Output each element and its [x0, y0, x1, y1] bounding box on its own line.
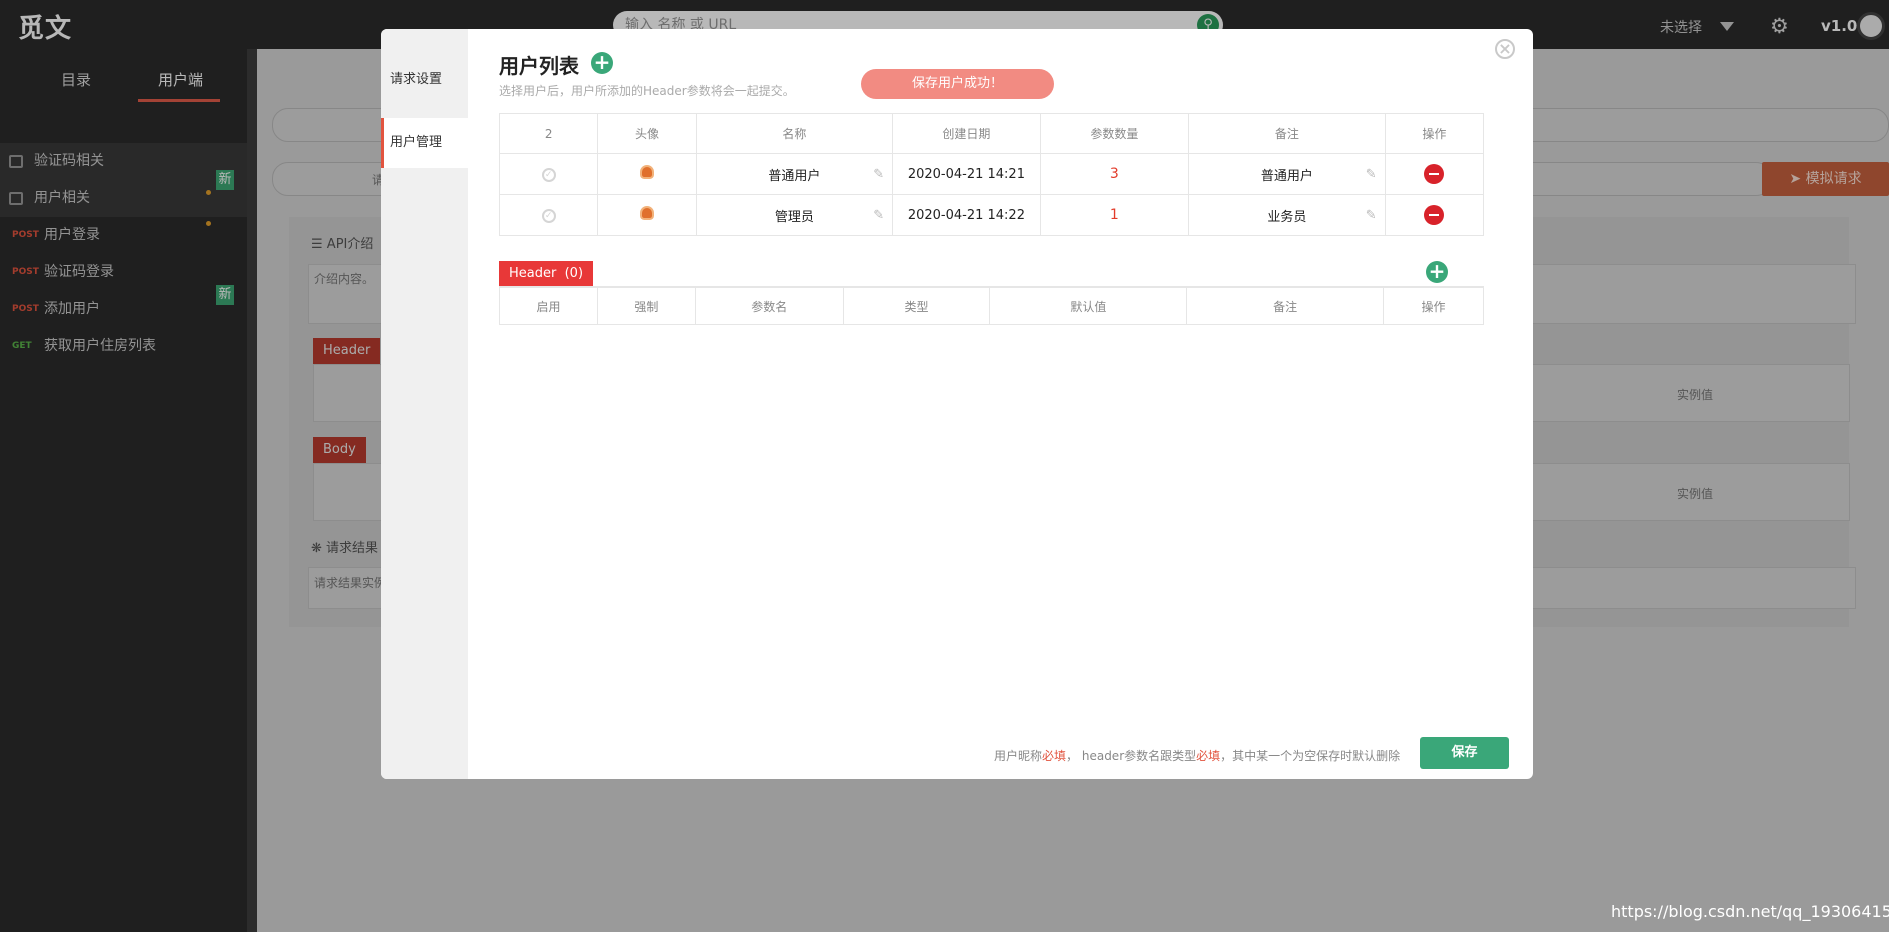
- edit-icon[interactable]: ✎: [1366, 167, 1377, 182]
- user-name: 普通用户: [768, 168, 821, 184]
- users-table: 2 头像 名称 创建日期 参数数量 备注 操作 ✓ 普通用户 ✎ 2020-04-…: [498, 113, 1485, 236]
- col-enabled: 启用: [499, 287, 598, 325]
- param-count[interactable]: 1: [1039, 194, 1190, 236]
- table-header-row: 启用 强制 参数名 类型 默认值 备注 操作: [499, 287, 1484, 325]
- user-note-cell[interactable]: 普通用户 ✎: [1188, 153, 1386, 195]
- col-name: 名称: [695, 113, 894, 154]
- col-note: 备注: [1186, 287, 1385, 325]
- col-param-count: 参数数量: [1039, 113, 1190, 154]
- col-actions: 操作: [1383, 287, 1484, 325]
- nav-user-management[interactable]: 用户管理: [381, 118, 468, 168]
- modal-nav: 请求设置 用户管理: [381, 29, 468, 779]
- page-title: 用户列表: [499, 54, 579, 78]
- nav-request-settings[interactable]: 请求设置: [381, 55, 468, 105]
- header-params-table: 启用 强制 参数名 类型 默认值 备注 操作: [499, 287, 1484, 325]
- created-date: 2020-04-21 14:21: [892, 153, 1041, 195]
- required-mark: 必填: [1196, 749, 1221, 763]
- col-actions: 操作: [1384, 113, 1485, 154]
- param-count[interactable]: 3: [1039, 153, 1190, 195]
- table-row: ✓ 普通用户 ✎ 2020-04-21 14:21 3 普通用户 ✎: [498, 153, 1485, 195]
- user-avatar-icon: [639, 165, 654, 179]
- user-note: 业务员: [1267, 209, 1307, 225]
- add-header-button[interactable]: +: [1426, 261, 1448, 283]
- table-row: ✓ 管理员 ✎ 2020-04-21 14:22 1 业务员 ✎: [498, 194, 1485, 236]
- created-date: 2020-04-21 14:22: [892, 194, 1041, 236]
- edit-icon[interactable]: ✎: [873, 208, 884, 223]
- delete-user-button[interactable]: [1424, 205, 1445, 225]
- user-note-cell[interactable]: 业务员 ✎: [1188, 194, 1386, 236]
- col-type: 类型: [842, 287, 991, 325]
- required-mark: 必填: [1042, 749, 1067, 763]
- note-part: 用户昵称: [994, 749, 1043, 763]
- save-button[interactable]: 保存: [1420, 737, 1509, 769]
- user-management-modal: 请求设置 用户管理 × 用户列表 + 选择用户后，用户所添加的Header参数将…: [381, 29, 1533, 779]
- close-icon[interactable]: ×: [1495, 39, 1515, 59]
- edit-icon[interactable]: ✎: [873, 167, 884, 182]
- add-user-button[interactable]: +: [591, 52, 613, 74]
- header-count: (0): [564, 266, 584, 281]
- success-toast: 保存用户成功！: [861, 69, 1054, 99]
- select-checkbox[interactable]: ✓: [541, 168, 556, 182]
- col-avatar: 头像: [597, 113, 697, 154]
- footer-note: 用户昵称必填， header参数名跟类型必填，其中某一个为空保存时默认删除: [994, 747, 1400, 764]
- col-note: 备注: [1188, 113, 1386, 154]
- header-section-tag: Header (0): [499, 261, 594, 287]
- edit-icon[interactable]: ✎: [1366, 208, 1377, 223]
- col-created: 创建日期: [892, 113, 1041, 154]
- note-part: ， header参数名跟类型: [1066, 749, 1197, 763]
- header-label: Header: [509, 266, 557, 281]
- select-checkbox[interactable]: ✓: [541, 209, 556, 223]
- user-note: 普通用户: [1260, 168, 1313, 184]
- page-subtitle: 选择用户后，用户所添加的Header参数将会一起提交。: [499, 84, 795, 98]
- col-default: 默认值: [989, 287, 1188, 325]
- user-avatar-icon: [639, 206, 654, 220]
- table-header-row: 2 头像 名称 创建日期 参数数量 备注 操作: [498, 113, 1485, 154]
- watermark: https://blog.csdn.net/qq_19306415: [1611, 902, 1889, 921]
- note-part: ，其中某一个为空保存时默认删除: [1220, 749, 1401, 763]
- user-name-cell[interactable]: 普通用户 ✎: [695, 153, 894, 195]
- user-name: 管理员: [774, 209, 814, 225]
- user-count: 2: [498, 113, 599, 154]
- user-name-cell[interactable]: 管理员 ✎: [695, 194, 894, 236]
- delete-user-button[interactable]: [1424, 164, 1445, 184]
- col-param-name: 参数名: [694, 287, 844, 325]
- col-required: 强制: [596, 287, 696, 325]
